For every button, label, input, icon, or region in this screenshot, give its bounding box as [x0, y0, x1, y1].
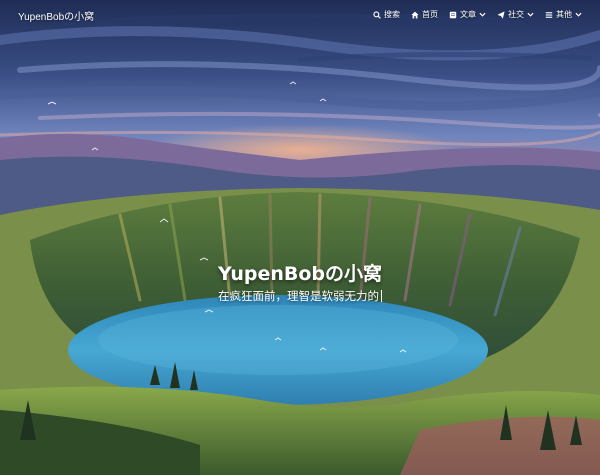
nav-item-label: 搜索: [384, 10, 400, 19]
nav-item-label: 社交: [508, 10, 524, 19]
list-icon: [545, 11, 553, 18]
paper-plane-icon: [497, 10, 505, 19]
hero-banner: [0, 0, 600, 475]
site-subtitle: 在疯狂面前，理智是软弱无力的: [0, 288, 600, 304]
book-icon: [449, 11, 457, 18]
typing-cursor: [381, 290, 382, 302]
nav-menu: 搜索 首页 文章 社交 其他: [373, 9, 582, 20]
nav-item-label: 文章: [460, 10, 476, 19]
nav-item-home[interactable]: 首页: [411, 9, 438, 20]
crater-lake-illustration: [0, 0, 600, 475]
subtitle-text: 在疯狂面前，理智是软弱无力的: [218, 289, 379, 303]
nav-item-search[interactable]: 搜索: [373, 9, 400, 20]
chevron-down-icon: [527, 12, 534, 17]
nav-item-label: 其他: [556, 10, 572, 19]
chevron-down-icon: [479, 12, 486, 17]
search-icon: [373, 10, 381, 19]
nav-item-label: 首页: [422, 10, 438, 19]
site-brand-link[interactable]: YupenBobの小窝: [18, 8, 94, 23]
nav-item-social[interactable]: 社交: [497, 9, 534, 20]
nav-item-articles[interactable]: 文章: [449, 9, 486, 20]
chevron-down-icon: [575, 12, 582, 17]
site-title: YupenBobの小窝: [217, 263, 383, 285]
top-navbar: YupenBobの小窝 搜索 首页 文章 社交 其他: [0, 0, 600, 30]
home-icon: [411, 11, 419, 19]
nav-item-other[interactable]: 其他: [545, 9, 582, 20]
